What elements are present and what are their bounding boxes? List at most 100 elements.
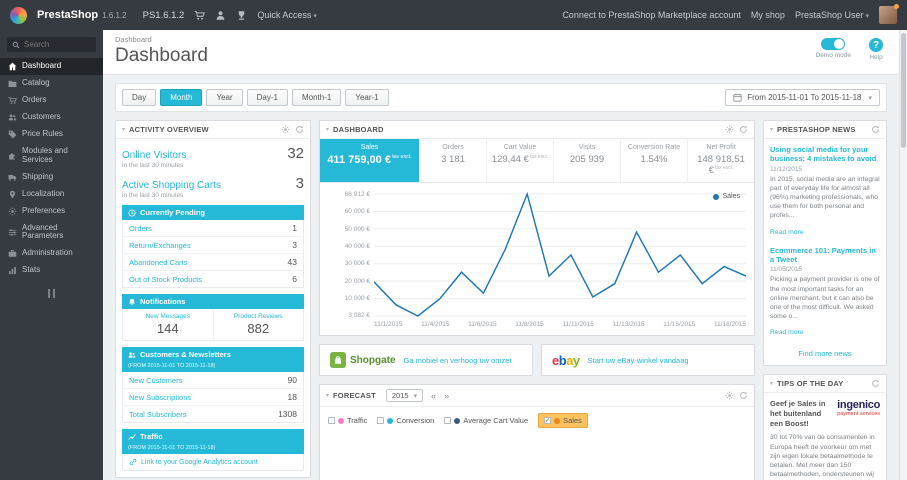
- shopgate-logo-icon: [330, 352, 346, 369]
- help-control[interactable]: ? Help: [869, 38, 883, 61]
- refresh-icon[interactable]: [871, 379, 880, 388]
- forecast-legend-average-cart-value[interactable]: Average Cart Value: [444, 416, 528, 425]
- demo-mode-toggle[interactable]: [821, 38, 846, 50]
- next-year-button[interactable]: »: [444, 391, 449, 401]
- gear-icon[interactable]: [725, 391, 734, 400]
- news-article-title[interactable]: Ecommerce 101: Payments in a Tweet: [770, 246, 880, 265]
- sidebar-search[interactable]: [7, 37, 96, 52]
- read-more-link[interactable]: Read more: [770, 229, 804, 236]
- customers-row[interactable]: New Customers 90: [123, 372, 303, 389]
- sidebar-item-localization[interactable]: Localization: [0, 186, 103, 203]
- marketplace-link[interactable]: Connect to PrestaShop Marketplace accoun…: [562, 10, 741, 20]
- pending-row[interactable]: Abandoned Carts 43: [123, 254, 303, 271]
- filter-year-button[interactable]: Year: [206, 89, 243, 106]
- pending-row-value: 1: [292, 223, 297, 233]
- kpi-conversion-rate-tab[interactable]: Conversion Rate 1.54%: [621, 139, 688, 183]
- filter-day-1-button[interactable]: Day-1: [246, 89, 288, 106]
- employee-icon[interactable]: [215, 10, 226, 21]
- scrollbar-thumb[interactable]: [901, 33, 906, 148]
- news-article-title[interactable]: Using social media for your business: 4 …: [770, 145, 880, 164]
- sidebar-item-orders[interactable]: Orders: [0, 92, 103, 109]
- avatar[interactable]: [879, 4, 899, 24]
- refresh-icon[interactable]: [739, 391, 748, 400]
- sidebar-collapse-button[interactable]: [0, 279, 103, 308]
- demo-mode-label: Demo mode: [815, 52, 851, 59]
- new-messages-cell[interactable]: New Messages 144: [123, 309, 213, 340]
- legend-label: Traffic: [347, 416, 368, 426]
- sidebar-item-preferences[interactable]: Preferences: [0, 203, 103, 220]
- sidebar-item-stats[interactable]: Stats: [0, 262, 103, 279]
- shop-name-link[interactable]: PS1.6.1.2: [143, 10, 185, 21]
- kpi-orders-tab[interactable]: Orders 3 181: [420, 139, 487, 183]
- kpi-visits-tab[interactable]: Visits 205 939: [554, 139, 621, 183]
- trophy-icon[interactable]: [236, 10, 247, 21]
- pending-row[interactable]: Return/Exchanges 3: [123, 237, 303, 254]
- active-carts-link[interactable]: Active Shopping Carts: [122, 180, 221, 191]
- refresh-icon[interactable]: [871, 125, 880, 134]
- find-more-news-link[interactable]: Find more news: [770, 346, 880, 359]
- sidebar-item-administration[interactable]: Administration: [0, 245, 103, 262]
- sidebar-item-label: Shipping: [22, 171, 54, 181]
- sidebar-item-shipping[interactable]: Shipping: [0, 169, 103, 186]
- online-visitors-value: 32: [287, 145, 304, 162]
- customers-row[interactable]: New Subscriptions 18: [123, 389, 303, 406]
- gear-icon[interactable]: [725, 125, 734, 134]
- pending-row-label[interactable]: Return/Exchanges: [129, 241, 191, 250]
- forecast-year-select[interactable]: 2015 ▾: [385, 389, 424, 403]
- customers-row-label[interactable]: New Customers: [129, 376, 182, 385]
- filter-day-button[interactable]: Day: [122, 89, 157, 106]
- filter-month-button[interactable]: Month: [160, 89, 203, 106]
- pending-row-label[interactable]: Orders: [129, 224, 152, 233]
- filter-month-1-button[interactable]: Month-1: [291, 89, 342, 106]
- calendar-icon: [733, 93, 742, 102]
- kpi-sales-tab[interactable]: Sales 411 759,00 €tax excl.: [320, 139, 420, 183]
- help-icon[interactable]: ?: [869, 38, 883, 52]
- sidebar-item-advanced-parameters[interactable]: Advanced Parameters: [0, 220, 103, 246]
- caret-down-icon: ▾: [865, 13, 869, 20]
- cart-icon[interactable]: [194, 10, 206, 21]
- customers-row[interactable]: Total Subscribers 1308: [123, 406, 303, 422]
- pending-row-label[interactable]: Out of Stock Products: [129, 275, 202, 284]
- kpi-net-profit-tab[interactable]: Net Profit 148 918,51 €tax excl.: [688, 139, 754, 182]
- activity-overview-panel: ▾ ACTIVITY OVERVIEW Online Visitors 32 i…: [115, 120, 311, 478]
- checkbox-icon[interactable]: [444, 417, 452, 425]
- demo-mode-control[interactable]: Demo mode: [816, 38, 851, 61]
- customers-row-label[interactable]: New Subscriptions: [129, 393, 191, 402]
- checkbox-icon[interactable]: [328, 417, 335, 425]
- forecast-legend-traffic[interactable]: Traffic: [328, 416, 367, 425]
- chart-legend[interactable]: Sales: [713, 193, 740, 200]
- sidebar-item-dashboard[interactable]: Dashboard: [0, 58, 103, 75]
- page-scrollbar[interactable]: [899, 30, 907, 480]
- forecast-legend-sales[interactable]: Sales: [538, 413, 588, 429]
- read-more-link[interactable]: Read more: [770, 329, 804, 336]
- pending-row[interactable]: Out of Stock Products 6: [123, 271, 303, 287]
- product-reviews-cell[interactable]: Product Reviews 882: [212, 309, 304, 340]
- my-shop-link[interactable]: My shop: [751, 10, 785, 20]
- prestashop-logo-icon: [10, 6, 27, 24]
- map-marker-icon: [8, 190, 17, 199]
- online-visitors-link[interactable]: Online Visitors: [122, 150, 186, 161]
- customers-row-label[interactable]: Total Subscribers: [129, 410, 187, 419]
- ebay-promo-link[interactable]: Start uw eBay-winkel vandaag: [588, 356, 689, 365]
- refresh-icon[interactable]: [295, 125, 304, 134]
- pending-row[interactable]: Orders 1: [123, 220, 303, 237]
- user-menu[interactable]: PrestaShop User ▾: [795, 10, 869, 20]
- forecast-legend-conversion[interactable]: Conversion: [377, 416, 434, 425]
- sidebar-item-modules[interactable]: Modules and Services: [0, 143, 103, 169]
- sidebar-item-price-rules[interactable]: Price Rules: [0, 126, 103, 143]
- shopgate-promo-link[interactable]: Ga mobiel en verhoog uw omzet: [404, 356, 512, 365]
- sidebar-item-customers[interactable]: Customers: [0, 109, 103, 126]
- pending-row-label[interactable]: Abandoned Carts: [129, 258, 187, 267]
- checkbox-icon[interactable]: [377, 417, 385, 425]
- prev-year-button[interactable]: «: [431, 391, 436, 401]
- google-analytics-link[interactable]: Link to your Google Analytics account: [141, 459, 258, 466]
- kpi-cart-value-tab[interactable]: Cart Value 129,44 €tax excl.: [487, 139, 554, 183]
- gear-icon[interactable]: [281, 125, 290, 134]
- checkbox-checked-icon[interactable]: [544, 417, 552, 425]
- search-input[interactable]: [24, 40, 91, 49]
- sidebar-item-catalog[interactable]: Catalog: [0, 75, 103, 92]
- filter-year-1-button[interactable]: Year-1: [345, 89, 389, 106]
- date-range-picker[interactable]: From 2015-11-01 To 2015-11-18 ▾: [725, 89, 880, 106]
- refresh-icon[interactable]: [739, 125, 748, 134]
- quick-access-menu[interactable]: Quick Access ▾: [257, 10, 317, 20]
